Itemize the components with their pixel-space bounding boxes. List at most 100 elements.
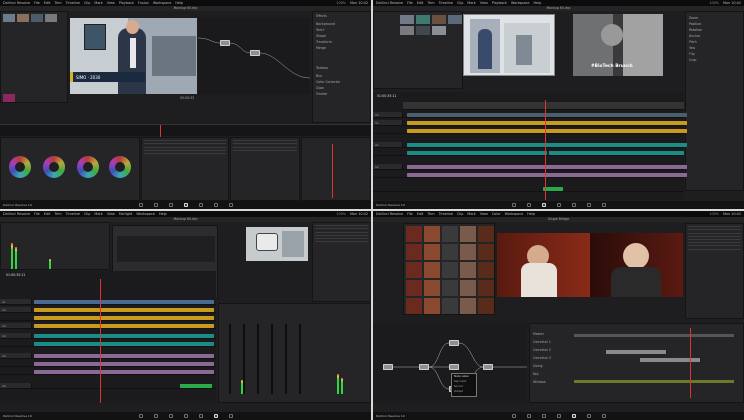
gallery-still[interactable] [477,226,494,243]
media-thumbnail[interactable] [3,94,15,102]
color-node[interactable] [449,340,459,346]
menu-item-trim[interactable]: Trim [54,212,61,216]
fairlight-timeline[interactable]: 01:00:35:11 A1 A2 A3 A4 A5 A6 [0,271,216,403]
media-thumbnail[interactable] [416,26,430,35]
gallery-still[interactable] [441,261,459,279]
inspector-item[interactable]: Pitch [689,40,697,44]
fairlight-page-icon[interactable] [586,414,591,418]
gallery-still[interactable] [406,297,423,314]
deliver-page-icon[interactable] [228,414,233,418]
gain-wheel[interactable] [77,156,99,178]
menu-item-workspace[interactable]: Workspace [136,212,155,216]
cut-page-icon[interactable] [153,414,158,418]
gallery-still[interactable] [459,279,477,297]
gallery-still[interactable] [441,279,459,297]
menu-item-clip[interactable]: Clip [457,212,463,216]
offset-wheel[interactable] [109,156,131,178]
menu-item-mark[interactable]: Mark [94,212,102,216]
menu-item-trim[interactable]: Trim [427,1,434,5]
gallery-still[interactable] [477,243,494,261]
inspector-item[interactable]: Rotation [689,28,702,32]
color-page-icon[interactable] [198,203,203,207]
deliver-page-icon[interactable] [228,203,233,207]
menu-item-file[interactable]: File [407,1,413,5]
menu-item-workspace[interactable]: Workspace [153,1,172,5]
menu-item-app[interactable]: DaVinci Resolve [3,1,30,5]
effect-item[interactable]: Merge [316,46,326,50]
gallery-still[interactable] [423,261,441,279]
media-thumbnail[interactable] [31,14,43,22]
gallery-still[interactable] [441,226,459,243]
menu-item-color[interactable]: Color [492,212,501,216]
gallery-still[interactable] [423,279,441,297]
menu-item-edit[interactable]: Edit [417,212,424,216]
edit-page-icon[interactable] [168,414,173,418]
color-node[interactable] [483,364,493,370]
media-thumbnail[interactable] [416,15,430,24]
menu-item-trim[interactable]: Trim [427,212,434,216]
deliver-page-icon[interactable] [601,203,606,207]
media-page-icon[interactable] [138,414,143,418]
inspector-item[interactable]: Flip [689,52,695,56]
menu-item-clip[interactable]: Clip [457,1,463,5]
gallery-still[interactable] [406,226,423,243]
menu-item-app[interactable]: DaVinci Resolve [3,212,30,216]
media-thumbnail[interactable] [400,15,414,24]
effect-item[interactable]: Shape [316,34,326,38]
media-page-icon[interactable] [511,203,516,207]
menu-item-timeline[interactable]: Timeline [66,212,80,216]
edit-page-icon[interactable] [168,203,173,207]
node-editor[interactable] [198,18,310,94]
menu-item-help[interactable]: Help [159,212,167,216]
cut-page-icon[interactable] [526,203,531,207]
gallery-still[interactable] [423,297,441,314]
menu-item-timeline[interactable]: Timeline [66,1,80,5]
menu-item-app[interactable]: DaVinci Resolve [376,212,403,216]
inspector-item[interactable]: Crop [689,58,696,62]
menu-item-view[interactable]: View [107,1,115,5]
gallery-still[interactable] [477,297,494,314]
menu-item-file[interactable]: File [407,212,413,216]
menu-item-playback[interactable]: Playback [492,1,507,5]
gallery-still[interactable] [459,297,477,314]
source-viewer[interactable] [463,14,555,76]
color-node[interactable] [383,364,393,370]
menu-item-mark[interactable]: Mark [467,1,475,5]
menu-item-trim[interactable]: Trim [54,1,61,5]
playhead[interactable] [100,279,101,403]
menu-item-help[interactable]: Help [534,1,542,5]
color-page-icon[interactable] [571,414,576,418]
gallery-still[interactable] [459,226,477,243]
gallery-still[interactable] [459,261,477,279]
menu-item-clip[interactable]: Clip [84,212,90,216]
media-thumbnail[interactable] [17,14,29,22]
effect-item[interactable]: Text+ [316,28,325,32]
menu-item-view[interactable]: View [107,212,115,216]
edit-timeline[interactable]: 01:00:35:11 V2 V1 A1 A2 [373,92,687,200]
edit-page-icon[interactable] [541,203,546,207]
media-thumbnail[interactable] [3,14,15,22]
effect-item[interactable]: Background [316,22,335,26]
color-node[interactable] [419,364,429,370]
menu-item-file[interactable]: File [34,1,40,5]
media-thumbnail[interactable] [448,15,462,24]
deliver-page-icon[interactable] [601,414,606,418]
effect-item[interactable]: Transform [316,40,332,44]
inspector-item[interactable]: Position [689,22,701,26]
effect-item[interactable]: Blur [316,74,322,78]
menu-item-timeline[interactable]: Timeline [439,212,453,216]
channel-fader[interactable] [299,324,301,394]
menu-item-clip[interactable]: Clip [84,1,90,5]
playhead[interactable] [545,100,546,200]
menu-item-app[interactable]: DaVinci Resolve [376,1,403,5]
channel-fader[interactable] [285,324,287,394]
mini-timeline[interactable] [0,124,371,137]
menu-item-edit[interactable]: Edit [44,212,51,216]
fusion-page-icon[interactable] [556,203,561,207]
fusion-viewer[interactable]: SIMO · 2030 [70,18,197,94]
fusion-page-icon[interactable] [556,414,561,418]
menu-item-playback[interactable]: Playback [119,1,134,5]
gallery-still[interactable] [423,226,441,243]
channel-fader[interactable] [257,324,259,394]
menu-item-workspace[interactable]: Workspace [505,212,524,216]
